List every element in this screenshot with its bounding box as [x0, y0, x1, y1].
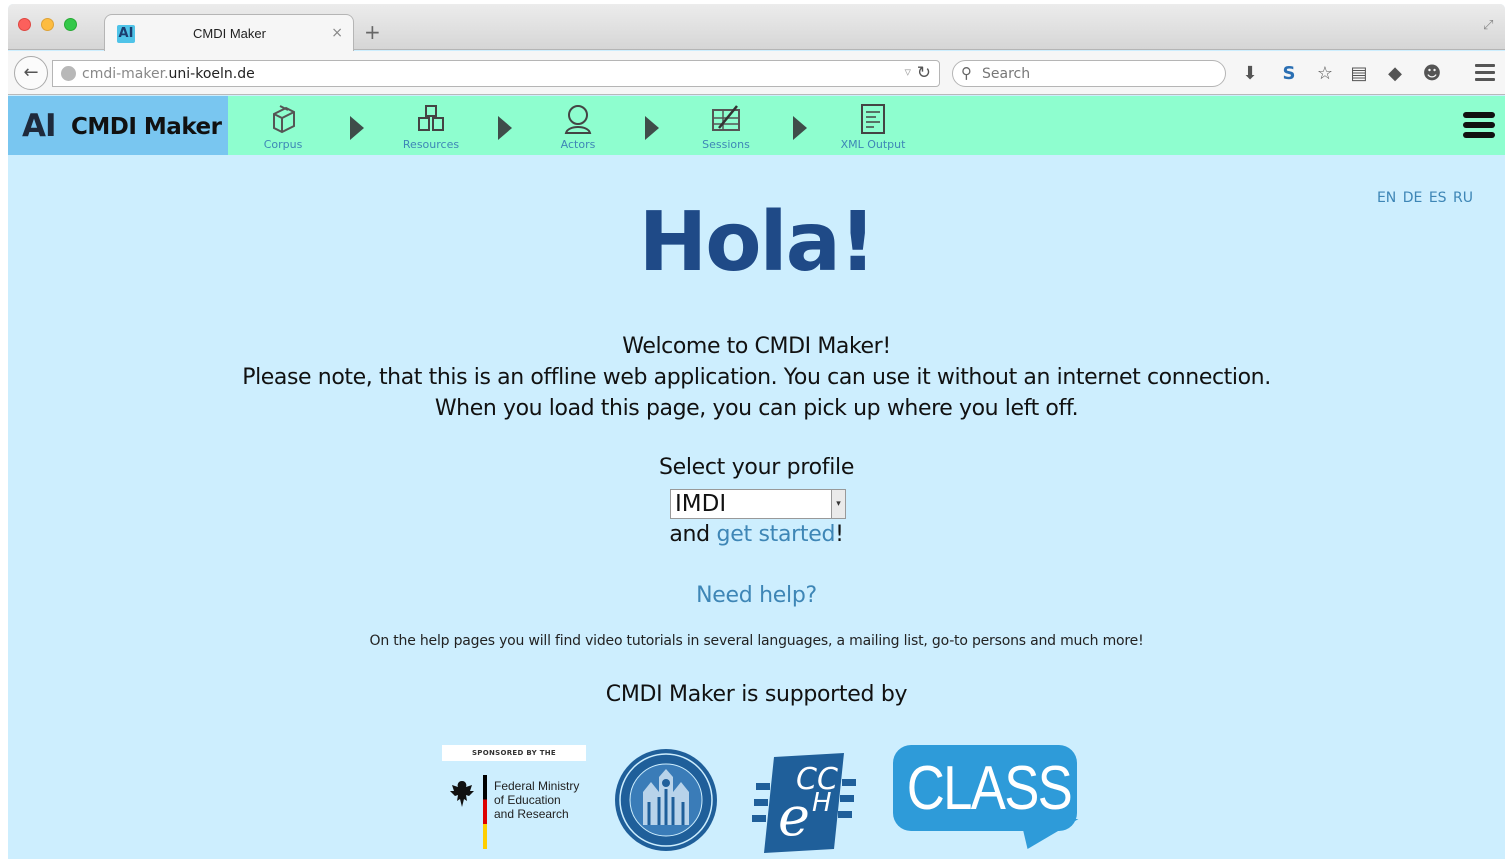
nav-step-label: Resources — [402, 138, 460, 151]
resources-blocks-icon — [418, 105, 444, 131]
bmbf-line: and Research — [494, 807, 569, 821]
select-profile-label: Select your profile — [658, 455, 855, 480]
browser-menu-icon[interactable] — [1475, 64, 1495, 85]
tab-close-icon[interactable]: × — [331, 25, 343, 41]
sessions-edit-icon — [712, 105, 740, 131]
close-window-button[interactable] — [18, 18, 31, 31]
nav-step-label: XML Output — [840, 138, 906, 151]
need-help-link[interactable]: Need help? — [8, 583, 1505, 608]
supported-by-heading: CMDI Maker is supported by — [605, 682, 908, 707]
nav-step-label: Actors — [560, 138, 596, 151]
nav-step-actors[interactable]: Actors — [523, 102, 633, 151]
title-bar: AI CMDI Maker × + ⤢ — [8, 4, 1505, 51]
exclamation-text: ! — [835, 522, 844, 547]
select-arrow-icon: ▾ — [831, 490, 845, 518]
url-domain: uni-koeln.de — [168, 66, 255, 82]
step-arrow-icon — [498, 116, 512, 140]
browser-tab[interactable]: AI CMDI Maker × — [104, 14, 354, 51]
help-description: On the help pages you will find video tu… — [369, 633, 1144, 649]
nav-step-corpus[interactable]: Corpus — [228, 102, 338, 151]
url-text[interactable]: cmdi-maker.uni-koeln.de — [82, 66, 255, 82]
reading-list-icon[interactable]: ▤ — [1348, 63, 1370, 85]
welcome-line: When you load this page, you can pick up… — [434, 396, 1079, 421]
browser-navbar: ← cmdi-maker.uni-koeln.de ▿ ↻ ⚲ Search ⬇… — [8, 51, 1505, 95]
bmbf-line: Federal Ministry — [494, 779, 580, 793]
nav-step-sessions[interactable]: Sessions — [671, 102, 781, 151]
bmbf-logo[interactable]: SPONSORED BY THE Federal Ministry of Edu… — [442, 745, 586, 855]
german-flag-stripe — [483, 775, 487, 849]
zoom-window-button[interactable] — [64, 18, 77, 31]
university-seal-logo[interactable] — [613, 747, 719, 853]
globe-icon — [61, 66, 76, 81]
nav-step-xml-output[interactable]: XML Output — [818, 102, 928, 151]
search-bar[interactable]: ⚲ Search — [952, 60, 1226, 87]
welcome-line: Welcome to CMDI Maker! — [622, 334, 891, 359]
class-logo[interactable]: CLASS — [893, 745, 1079, 853]
cceh-logo[interactable]: CC e H — [752, 749, 860, 855]
step-arrow-icon — [350, 116, 364, 140]
app-name: CMDI Maker — [71, 114, 222, 140]
back-arrow-icon: ← — [23, 62, 39, 83]
tab-favicon-icon: AI — [117, 25, 135, 43]
svg-text:e: e — [778, 785, 810, 848]
step-arrow-icon — [793, 116, 807, 140]
download-icon[interactable]: ⬇ — [1239, 63, 1261, 85]
minimize-window-button[interactable] — [41, 18, 54, 31]
bmbf-sponsored-text: SPONSORED BY THE — [442, 745, 586, 761]
profile-select[interactable]: IMDI ▾ — [670, 489, 846, 519]
nav-step-resources[interactable]: Resources — [376, 102, 486, 151]
main-content: EN DE ES RU Hola! Welcome to CMDI Maker!… — [8, 155, 1505, 859]
history-dropdown-icon[interactable]: ▿ — [904, 65, 911, 80]
search-icon: ⚲ — [961, 64, 972, 82]
app-menu-icon[interactable] — [1463, 112, 1495, 142]
new-tab-button[interactable]: + — [364, 22, 381, 42]
bmbf-text: Federal Ministry of Education and Resear… — [494, 779, 579, 821]
profile-select-value: IMDI — [675, 491, 727, 517]
bookmark-star-icon[interactable]: ☆ — [1314, 63, 1336, 85]
fullscreen-icon[interactable]: ⤢ — [1483, 18, 1497, 33]
brand[interactable]: AI CMDI Maker — [8, 96, 228, 155]
actor-person-icon — [564, 105, 592, 134]
app-logo-icon: AI — [22, 108, 57, 144]
and-text: and — [669, 522, 717, 547]
nav-step-label: Sessions — [702, 138, 750, 151]
welcome-line: Please note, that this is an offline web… — [242, 365, 1271, 390]
get-started-line: and get started! — [8, 522, 1505, 547]
greeting-heading: Hola! — [638, 195, 877, 290]
xml-document-icon — [861, 104, 885, 134]
tab-title: CMDI Maker — [193, 26, 266, 41]
chat-icon[interactable]: ☻ — [1421, 63, 1443, 85]
search-input[interactable]: Search — [982, 66, 1030, 82]
get-started-link[interactable]: get started — [717, 522, 836, 547]
nav-step-label: Corpus — [263, 138, 303, 151]
reload-icon[interactable]: ↻ — [917, 63, 931, 83]
class-logo-text: CLASS — [906, 754, 1073, 823]
bmbf-line: of Education — [494, 793, 561, 807]
s-extension-icon[interactable]: S — [1278, 63, 1300, 85]
step-arrow-icon — [645, 116, 659, 140]
federal-eagle-icon — [450, 781, 474, 807]
url-subdomain: cmdi-maker. — [82, 66, 169, 82]
address-bar[interactable]: cmdi-maker.uni-koeln.de ▿ ↻ — [52, 60, 940, 87]
back-button[interactable]: ← — [14, 56, 48, 90]
app-header: AI CMDI Maker Corpus Resources Actors Se… — [8, 96, 1505, 155]
svg-text:H: H — [812, 788, 832, 818]
welcome-text: Welcome to CMDI Maker! Please note, that… — [8, 331, 1505, 424]
pocket-icon[interactable]: ◆ — [1384, 63, 1406, 85]
corpus-box-icon — [273, 105, 295, 134]
browser-window: AI CMDI Maker × + ⤢ ← cmdi-maker.uni-koe… — [8, 4, 1505, 859]
